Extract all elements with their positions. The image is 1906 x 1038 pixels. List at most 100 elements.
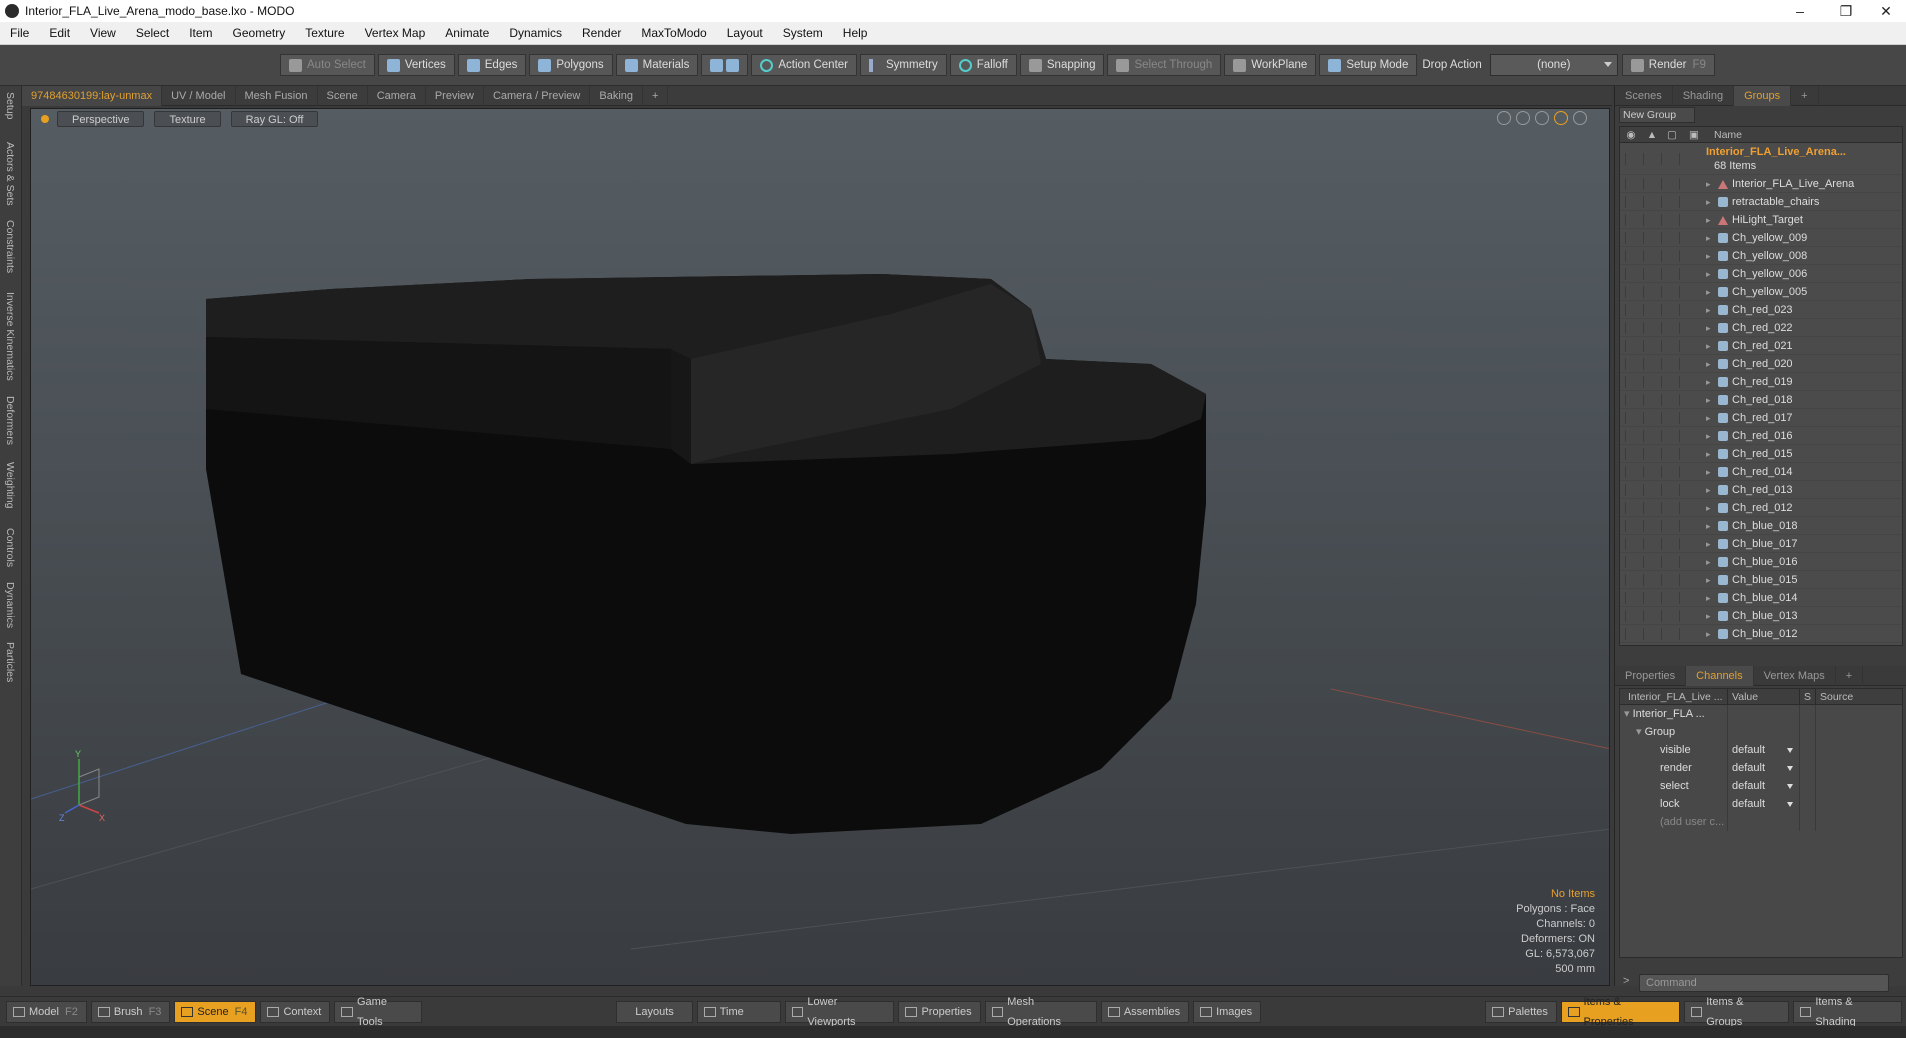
- row-visibility-toggles[interactable]: [1620, 625, 1706, 643]
- tab-groups[interactable]: Groups: [1734, 85, 1792, 106]
- menu-edit[interactable]: Edit: [39, 26, 80, 40]
- expand-arrow-icon[interactable]: ▸: [1706, 553, 1718, 571]
- row-visibility-toggles[interactable]: [1620, 211, 1706, 229]
- tab-baking[interactable]: Baking: [590, 85, 644, 106]
- expand-arrow-icon[interactable]: ▸: [1706, 301, 1718, 319]
- expand-arrow-icon[interactable]: ▸: [1706, 175, 1718, 193]
- rotate-icon[interactable]: [1516, 111, 1530, 125]
- channel-value-dropdown[interactable]: default: [1728, 777, 1800, 795]
- menu-view[interactable]: View: [80, 26, 126, 40]
- tab-actors-sets[interactable]: Actors & Sets: [4, 142, 16, 206]
- group-item-row[interactable]: ▸ retractable_chairs: [1620, 193, 1902, 211]
- lock-toggle-icon[interactable]: ▣: [1682, 129, 1706, 141]
- view-type-button[interactable]: Perspective: [57, 111, 145, 127]
- tab-controls[interactable]: Controls: [4, 528, 16, 567]
- layouts-button[interactable]: Layouts: [616, 1000, 693, 1023]
- row-visibility-toggles[interactable]: [1620, 373, 1706, 391]
- palettes-button[interactable]: Palettes: [1485, 1000, 1557, 1023]
- tab-layout-unmax[interactable]: 97484630199:lay-unmax: [22, 85, 163, 106]
- expand-arrow-icon[interactable]: ▸: [1706, 427, 1718, 445]
- gear-icon[interactable]: [1573, 111, 1587, 125]
- expand-arrow-icon[interactable]: ▸: [1706, 373, 1718, 391]
- tab-channels[interactable]: Channels: [1686, 665, 1754, 686]
- symmetry-button[interactable]: Symmetry: [860, 54, 947, 76]
- tab-deformers[interactable]: Deformers: [4, 396, 16, 445]
- expand-arrow-icon[interactable]: ▸: [1706, 571, 1718, 589]
- row-visibility-toggles[interactable]: [1620, 427, 1706, 445]
- expand-arrow-icon[interactable]: ▸: [1706, 499, 1718, 517]
- tab-camera-preview[interactable]: Camera / Preview: [484, 85, 591, 106]
- expand-arrow-icon[interactable]: ▸: [1706, 355, 1718, 373]
- group-item-row[interactable]: ▸ Ch_red_020: [1620, 355, 1902, 373]
- group-item-row[interactable]: ▸ Ch_red_019: [1620, 373, 1902, 391]
- channel-value-dropdown[interactable]: default: [1728, 759, 1800, 777]
- expand-arrow-icon[interactable]: ▸: [1706, 625, 1718, 643]
- maximize-icon[interactable]: [1554, 111, 1568, 125]
- tab-preview[interactable]: Preview: [426, 85, 484, 106]
- drop-action-dropdown[interactable]: (none): [1489, 54, 1618, 76]
- group-item-row[interactable]: ▸ Ch_red_018: [1620, 391, 1902, 409]
- select-through-button[interactable]: Select Through: [1107, 54, 1222, 76]
- row-visibility-toggles[interactable]: [1620, 409, 1706, 427]
- channel-root-row[interactable]: ▾ Interior_FLA ...: [1620, 705, 1902, 723]
- tab-mesh-fusion[interactable]: Mesh Fusion: [236, 85, 318, 106]
- row-visibility-toggles[interactable]: [1620, 143, 1706, 175]
- group-item-row[interactable]: ▸ Ch_blue_017: [1620, 535, 1902, 553]
- zoom-icon[interactable]: [1535, 111, 1549, 125]
- tab-setup[interactable]: Setup: [4, 92, 16, 119]
- tab-properties[interactable]: Properties: [1615, 665, 1687, 686]
- tab-inverse-kinematics[interactable]: Inverse Kinematics: [4, 292, 16, 381]
- channel-row[interactable]: lock default: [1620, 795, 1902, 813]
- row-visibility-toggles[interactable]: [1620, 283, 1706, 301]
- 3d-viewport[interactable]: Y X Z Perspective Texture Ray GL: Off No…: [30, 108, 1610, 986]
- group-item-row[interactable]: ▸ Ch_red_017: [1620, 409, 1902, 427]
- assemblies-button[interactable]: Assemblies: [1100, 1000, 1190, 1023]
- expand-arrow-icon[interactable]: ▸: [1706, 193, 1718, 211]
- channel-row[interactable]: render default: [1620, 759, 1902, 777]
- expand-arrow-icon[interactable]: ▸: [1706, 607, 1718, 625]
- menu-select[interactable]: Select: [126, 26, 179, 40]
- raygl-button[interactable]: Ray GL: Off: [230, 111, 319, 127]
- group-item-row[interactable]: ▸ Ch_blue_015: [1620, 571, 1902, 589]
- tab-particles[interactable]: Particles: [4, 642, 16, 682]
- expand-arrow-icon[interactable]: ▸: [1706, 283, 1718, 301]
- add-panel-tab-button[interactable]: +: [1836, 665, 1864, 686]
- add-tab-button[interactable]: +: [643, 85, 669, 106]
- group-root-row[interactable]: Interior_FLA_Live_Arena... 68 Items: [1620, 143, 1902, 175]
- game-tools-button[interactable]: Game Tools: [334, 996, 423, 1028]
- tab-constraints[interactable]: Constraints: [4, 220, 16, 273]
- setup-mode-button[interactable]: Setup Mode: [1319, 54, 1418, 76]
- expand-arrow-icon[interactable]: ▸: [1706, 517, 1718, 535]
- render-button[interactable]: Render F9: [1621, 54, 1715, 76]
- menu-geometry[interactable]: Geometry: [223, 26, 296, 40]
- shading-mode-button[interactable]: Texture: [154, 111, 221, 127]
- group-item-row[interactable]: ▸ Ch_red_013: [1620, 481, 1902, 499]
- falloff-button[interactable]: Falloff: [949, 54, 1017, 76]
- menu-system[interactable]: System: [773, 26, 833, 40]
- group-item-row[interactable]: ▸ Ch_blue_013: [1620, 607, 1902, 625]
- row-visibility-toggles[interactable]: [1620, 499, 1706, 517]
- row-visibility-toggles[interactable]: [1620, 319, 1706, 337]
- items-properties-button[interactable]: Items & Properties: [1560, 996, 1680, 1028]
- add-user-channel-row[interactable]: (add user c...: [1620, 813, 1902, 831]
- context-layout-button[interactable]: Context: [260, 1000, 331, 1023]
- close-icon[interactable]: ✕: [1866, 0, 1906, 22]
- row-visibility-toggles[interactable]: [1620, 517, 1706, 535]
- tab-vertex-maps[interactable]: Vertex Maps: [1754, 665, 1836, 686]
- group-item-row[interactable]: ▸ Ch_red_012: [1620, 499, 1902, 517]
- group-item-row[interactable]: ▸ Ch_yellow_005: [1620, 283, 1902, 301]
- model-layout-button[interactable]: Model F2: [6, 1000, 87, 1023]
- expand-arrow-icon[interactable]: ▸: [1706, 463, 1718, 481]
- vertices-button[interactable]: Vertices: [377, 54, 455, 76]
- expand-arrow-icon[interactable]: ▸: [1706, 319, 1718, 337]
- row-visibility-toggles[interactable]: [1620, 445, 1706, 463]
- tab-dynamics[interactable]: Dynamics: [4, 582, 16, 628]
- group-item-row[interactable]: ▸ Ch_blue_012: [1620, 625, 1902, 643]
- auto-select-button[interactable]: Auto Select: [280, 54, 375, 76]
- expand-arrow-icon[interactable]: ▸: [1706, 265, 1718, 283]
- tab-shading[interactable]: Shading: [1673, 85, 1735, 106]
- viewport-dot-icon[interactable]: [41, 115, 49, 123]
- group-item-row[interactable]: ▸ Ch_yellow_006: [1620, 265, 1902, 283]
- time-button[interactable]: Time: [696, 1000, 781, 1023]
- tab-weighting[interactable]: Weighting: [4, 462, 16, 509]
